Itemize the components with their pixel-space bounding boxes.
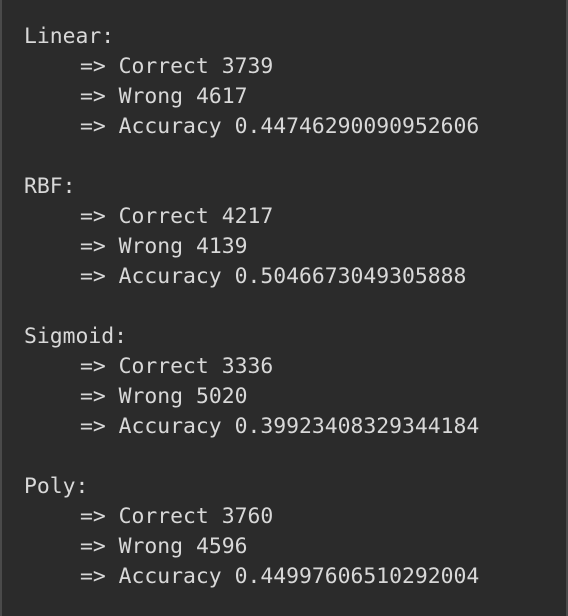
arrow-glyph: => (80, 354, 106, 379)
wrong-count: 4139 (195, 234, 248, 259)
result-block-rbf: RBF: => Correct 4217 => Wrong 4139 => Ac… (24, 172, 566, 292)
wrong-count: 4596 (195, 534, 248, 559)
kernel-heading: Sigmoid: (24, 324, 128, 349)
wrong-line: => Wrong 5020 (24, 382, 566, 412)
arrow-glyph: => (80, 84, 106, 109)
wrong-line: => Wrong 4617 (24, 82, 566, 112)
arrow-glyph: => (80, 264, 106, 289)
wrong-count: 4617 (195, 84, 248, 109)
wrong-line: => Wrong 4596 (24, 532, 566, 562)
accuracy-value: 0.39923408329344184 (234, 414, 480, 439)
accuracy-line: => Accuracy 0.44997606510292004 (24, 562, 566, 592)
accuracy-value: 0.44997606510292004 (234, 564, 480, 589)
result-block-linear: Linear: => Correct 3739 => Wrong 4617 =>… (24, 22, 566, 142)
correct-label: Correct (118, 354, 209, 379)
wrong-line: => Wrong 4139 (24, 232, 566, 262)
wrong-label: Wrong (118, 384, 184, 409)
correct-line: => Correct 3739 (24, 52, 566, 82)
accuracy-line: => Accuracy 0.39923408329344184 (24, 412, 566, 442)
arrow-glyph: => (80, 204, 106, 229)
arrow-glyph: => (80, 234, 106, 259)
correct-count: 4217 (221, 204, 274, 229)
accuracy-value: 0.44746290090952606 (234, 114, 480, 139)
kernel-heading: RBF: (24, 174, 76, 199)
wrong-label: Wrong (118, 234, 184, 259)
correct-count: 3336 (221, 354, 274, 379)
arrow-glyph: => (80, 534, 106, 559)
correct-label: Correct (118, 204, 209, 229)
wrong-label: Wrong (118, 84, 184, 109)
accuracy-label: Accuracy (118, 114, 222, 139)
accuracy-label: Accuracy (118, 564, 222, 589)
accuracy-line: => Accuracy 0.44746290090952606 (24, 112, 566, 142)
correct-line: => Correct 4217 (24, 202, 566, 232)
result-block-poly: Poly: => Correct 3760 => Wrong 4596 => A… (24, 472, 566, 592)
arrow-glyph: => (80, 504, 106, 529)
arrow-glyph: => (80, 54, 106, 79)
kernel-heading: Poly: (24, 474, 89, 499)
wrong-count: 5020 (195, 384, 248, 409)
accuracy-value: 0.5046673049305888 (234, 264, 467, 289)
correct-line: => Correct 3336 (24, 352, 566, 382)
kernel-heading: Linear: (24, 24, 115, 49)
arrow-glyph: => (80, 414, 106, 439)
result-block-sigmoid: Sigmoid: => Correct 3336 => Wrong 5020 =… (24, 322, 566, 442)
correct-label: Correct (118, 504, 209, 529)
correct-count: 3739 (221, 54, 274, 79)
correct-line: => Correct 3760 (24, 502, 566, 532)
accuracy-line: => Accuracy 0.5046673049305888 (24, 262, 566, 292)
accuracy-label: Accuracy (118, 414, 222, 439)
correct-label: Correct (118, 54, 209, 79)
correct-count: 3760 (221, 504, 274, 529)
console-output: Linear: => Correct 3739 => Wrong 4617 =>… (0, 0, 568, 616)
arrow-glyph: => (80, 114, 106, 139)
arrow-glyph: => (80, 564, 106, 589)
wrong-label: Wrong (118, 534, 184, 559)
arrow-glyph: => (80, 384, 106, 409)
accuracy-label: Accuracy (118, 264, 222, 289)
